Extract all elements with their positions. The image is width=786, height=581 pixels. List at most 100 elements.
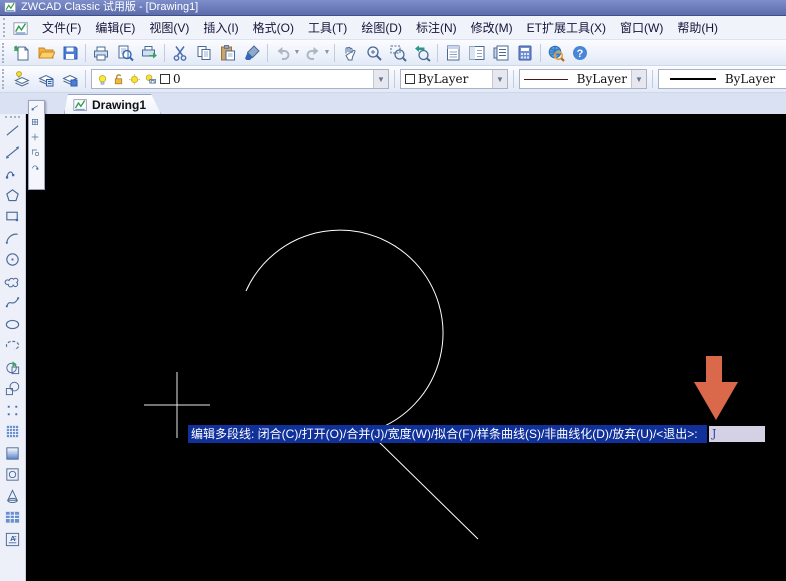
mini-1-tool-button[interactable]	[31, 103, 43, 115]
point-button[interactable]	[2, 400, 24, 422]
polygon-button[interactable]	[2, 185, 24, 207]
redo-button[interactable]	[301, 42, 325, 64]
toolbar-grip[interactable]	[3, 18, 8, 36]
undo-button[interactable]	[271, 42, 295, 64]
zoom-previous-button[interactable]	[410, 42, 434, 64]
table-button[interactable]	[2, 507, 24, 529]
make-block-icon	[4, 380, 21, 397]
menu-item-v[interactable]: 视图(V)	[142, 16, 196, 39]
color-dropdown-arrow-icon[interactable]: ▼	[492, 70, 507, 88]
toolbar-separator	[334, 44, 335, 62]
linetype-dropdown[interactable]: ByLayer ▼	[519, 69, 647, 89]
arc-button[interactable]	[2, 228, 24, 250]
layer-thaw-sun-icon[interactable]	[128, 73, 141, 86]
print-button[interactable]	[89, 42, 113, 64]
cut-icon	[171, 44, 189, 62]
gradient-button[interactable]	[2, 443, 24, 465]
draw-toolbar-buttons: A	[2, 120, 24, 550]
copy-icon	[195, 44, 213, 62]
cone-button[interactable]	[2, 486, 24, 508]
design-center-button[interactable]	[465, 42, 489, 64]
toolbar-grip[interactable]	[5, 116, 20, 118]
plot-button[interactable]	[137, 42, 161, 64]
zoom-window-button[interactable]	[386, 42, 410, 64]
spline-button[interactable]	[2, 292, 24, 314]
pan-button[interactable]	[338, 42, 362, 64]
pan-icon	[341, 44, 359, 62]
properties-palette-button[interactable]	[441, 42, 465, 64]
line-button[interactable]	[2, 120, 24, 142]
mini-5-tool-button[interactable]	[31, 163, 43, 175]
color-swatch	[405, 74, 415, 84]
zwcad-window: { "window": { "title": "ZWCAD Classic 试用…	[0, 0, 786, 581]
layer-dropdown-arrow-icon[interactable]: ▼	[373, 70, 388, 88]
make-block-button[interactable]	[2, 378, 24, 400]
copy-button[interactable]	[192, 42, 216, 64]
menu-item-t[interactable]: 工具(T)	[301, 16, 354, 39]
layer-states-button[interactable]	[58, 68, 82, 90]
layers-button[interactable]	[10, 68, 34, 90]
menu-item-x[interactable]: ET扩展工具(X)	[520, 16, 613, 39]
document-tab-bar: Drawing1	[0, 93, 786, 114]
document-menu-icon[interactable]	[13, 21, 29, 35]
mtext-button[interactable]: A	[2, 529, 24, 551]
open-folder-button[interactable]	[34, 42, 58, 64]
region-button[interactable]	[2, 464, 24, 486]
menu-item-n[interactable]: 标注(N)	[409, 16, 464, 39]
menu-item-i[interactable]: 插入(I)	[196, 16, 245, 39]
insert-block-button[interactable]	[2, 357, 24, 379]
zoom-realtime-icon	[365, 44, 383, 62]
mini-2-tool-button[interactable]	[31, 118, 43, 130]
zoom-realtime-button[interactable]	[362, 42, 386, 64]
layer-unlock-icon[interactable]	[112, 73, 125, 86]
current-layer-name: 0	[173, 72, 181, 86]
revision-cloud-button[interactable]	[2, 271, 24, 293]
linetype-dropdown-arrow-icon[interactable]: ▼	[631, 70, 646, 88]
layers-icon	[13, 70, 31, 88]
layer-dropdown[interactable]: 0 ▼	[91, 69, 389, 89]
tool-palettes-button[interactable]	[489, 42, 513, 64]
layer-on-bulb-icon[interactable]	[96, 73, 109, 86]
open-folder-icon	[37, 44, 55, 62]
menu-item-f[interactable]: 文件(F)	[35, 16, 88, 39]
cut-button[interactable]	[168, 42, 192, 64]
gradient-icon	[4, 445, 21, 462]
redo-icon	[304, 44, 322, 62]
menu-item-e[interactable]: 编辑(E)	[88, 16, 142, 39]
polyline-button[interactable]	[2, 163, 24, 185]
new-file-button[interactable]	[10, 42, 34, 64]
ellipse-arc-button[interactable]	[2, 335, 24, 357]
lineweight-dropdown[interactable]: ByLayer	[658, 69, 786, 89]
match-properties-button[interactable]	[240, 42, 264, 64]
layer-plot-icon[interactable]	[144, 73, 157, 86]
tab-drawing1[interactable]: Drawing1	[64, 94, 161, 114]
ellipse-button[interactable]	[2, 314, 24, 336]
layer-manager-button[interactable]	[34, 68, 58, 90]
print-preview-button[interactable]	[113, 42, 137, 64]
menu-item-o[interactable]: 格式(O)	[246, 16, 301, 39]
find-button[interactable]	[544, 42, 568, 64]
menu-item-w[interactable]: 窗口(W)	[613, 16, 670, 39]
toolbar-separator	[85, 44, 86, 62]
toolbar-grip[interactable]	[2, 43, 7, 63]
calculator-button[interactable]	[513, 42, 537, 64]
rectangle-button[interactable]	[2, 206, 24, 228]
paste-button[interactable]	[216, 42, 240, 64]
hatch-button[interactable]	[2, 421, 24, 443]
circle-button[interactable]	[2, 249, 24, 271]
mini-3-tool-button[interactable]	[31, 133, 43, 145]
help-button[interactable]: ?	[568, 42, 592, 64]
drawing-canvas[interactable]: 编辑多段线: 闭合(C)/打开(O)/合并(J)/宽度(W)/拟合(F)/样条曲…	[26, 114, 786, 581]
print-preview-icon	[116, 44, 134, 62]
save-button[interactable]	[58, 42, 82, 64]
color-dropdown[interactable]: ByLayer ▼	[400, 69, 508, 89]
layer-color-swatch	[160, 74, 170, 84]
menu-item-d[interactable]: 绘图(D)	[354, 16, 409, 39]
menu-item-m[interactable]: 修改(M)	[464, 16, 520, 39]
command-prompt: 编辑多段线: 闭合(C)/打开(O)/合并(J)/宽度(W)/拟合(F)/样条曲…	[188, 425, 707, 443]
toolbar-grip[interactable]	[2, 69, 7, 90]
mini-4-tool-button[interactable]	[31, 148, 43, 160]
construction-line-button[interactable]	[2, 142, 24, 164]
menu-item-h[interactable]: 帮助(H)	[670, 16, 725, 39]
command-input-field[interactable]: J	[709, 426, 765, 442]
